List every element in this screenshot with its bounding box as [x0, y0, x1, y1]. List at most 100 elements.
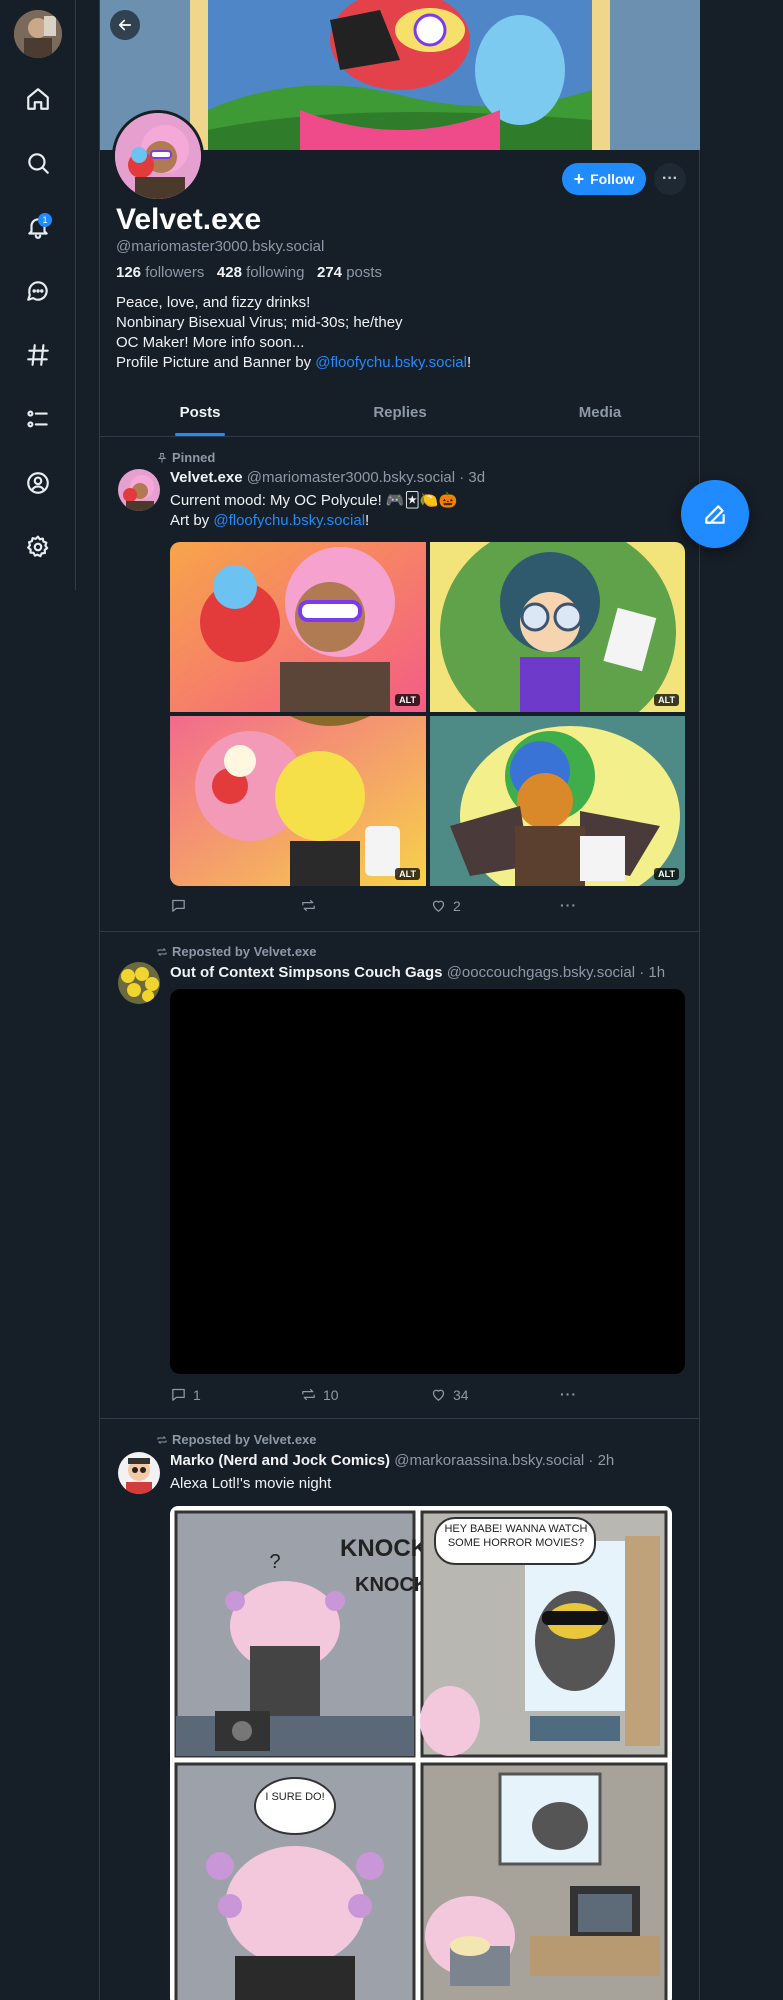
notification-badge: 1	[38, 213, 52, 227]
alt-badge[interactable]: ALT	[395, 868, 420, 880]
post-item[interactable]: Pinned Velvet.exe @mariomaster3000.bsky.…	[100, 437, 700, 932]
post-image-gallery: ALT ALT ALT ALT	[170, 542, 685, 886]
post-actions: 1 10 34 ···	[170, 1386, 576, 1406]
gallery-image[interactable]: ALT	[170, 716, 426, 886]
feeds-hash-icon[interactable]	[22, 339, 54, 371]
post-actions: 2 ···	[170, 897, 576, 917]
alt-badge[interactable]: ALT	[654, 868, 679, 880]
posts-count: 274 posts	[317, 264, 383, 281]
post-timestamp[interactable]: · 3d	[459, 469, 485, 486]
post-text-line: Current mood: My OC Polycule! 🎮🃏🍋🎃	[170, 492, 458, 509]
tab-replies[interactable]: Replies	[300, 392, 500, 436]
repost-button[interactable]: 10	[300, 1386, 339, 1403]
reply-button[interactable]: 1	[170, 1386, 201, 1403]
profile-avatar[interactable]	[112, 110, 204, 202]
post-item[interactable]: Reposted by Velvet.exe Out of Context Si…	[100, 932, 700, 1419]
post-text: Alexa Lotl!'s movie night	[170, 1474, 331, 1494]
post-author-avatar[interactable]	[118, 469, 160, 511]
profile-icon[interactable]	[22, 467, 54, 499]
followers-link[interactable]: 126 followers	[116, 264, 204, 281]
lists-icon[interactable]	[22, 403, 54, 435]
profile-column: + Follow ··· Velvet.exe @mariomaster3000…	[99, 0, 700, 2000]
reply-count: 1	[193, 1386, 201, 1403]
plus-icon: +	[573, 169, 585, 189]
post-timestamp[interactable]: · 1h	[639, 964, 665, 981]
post-timestamp[interactable]: · 2h	[588, 1452, 614, 1469]
post-author-name[interactable]: Velvet.exe	[170, 469, 243, 486]
post-author-handle[interactable]: @ooccouchgags.bsky.social	[447, 964, 635, 981]
alt-badge[interactable]: ALT	[654, 694, 679, 706]
back-button[interactable]	[110, 10, 140, 40]
profile-handle: @mariomaster3000.bsky.social	[116, 238, 325, 255]
profile-stats: 126 followers 428 following 274 posts	[116, 264, 382, 281]
repost-count: 10	[323, 1386, 339, 1403]
bio-line: Peace, love, and fizzy drinks!	[116, 294, 311, 311]
post-author-avatar[interactable]	[118, 1452, 160, 1494]
comic-text: KNOCK	[355, 1574, 429, 1596]
profile-display-name: Velvet.exe	[116, 203, 262, 236]
repost-icon	[302, 899, 315, 912]
gallery-image[interactable]: ALT	[430, 716, 685, 886]
post-text: Current mood: My OC Polycule! 🎮🃏🍋🎃 Art b…	[170, 491, 457, 531]
search-icon[interactable]	[22, 147, 54, 179]
post-video-player[interactable]	[170, 989, 685, 1374]
post-more-button[interactable]: ···	[560, 897, 577, 913]
post-item[interactable]: Reposted by Velvet.exe Marko (Nerd and J…	[100, 1420, 700, 2000]
post-author-handle[interactable]: @markoraassina.bsky.social	[394, 1452, 584, 1469]
bio-mention-link[interactable]: @floofychu.bsky.social	[315, 354, 467, 371]
repost-context: Reposted by Velvet.exe	[156, 944, 317, 959]
like-count: 2	[453, 897, 461, 914]
comic-text: ?	[269, 1551, 280, 1573]
compose-button[interactable]	[681, 480, 749, 548]
comic-text: I SURE DO!	[265, 1791, 325, 1803]
like-count: 34	[453, 1386, 469, 1403]
like-button[interactable]: 2	[430, 897, 461, 914]
post-author-avatar[interactable]	[118, 962, 160, 1004]
nav-user-avatar[interactable]	[14, 10, 62, 58]
post-comic-image[interactable]: ? KNOCK KNOCK HEY BABE! WANNA WATCH SOME…	[170, 1506, 672, 2000]
gallery-image[interactable]: ALT	[430, 542, 685, 712]
repost-icon	[157, 1435, 167, 1444]
following-link[interactable]: 428 following	[217, 264, 305, 281]
home-icon[interactable]	[22, 83, 54, 115]
reply-icon	[172, 1388, 185, 1401]
follow-button[interactable]: + Follow	[562, 163, 646, 195]
like-button[interactable]: 34	[430, 1386, 469, 1403]
reply-button[interactable]	[170, 897, 193, 914]
post-more-button[interactable]: ···	[560, 1386, 577, 1402]
post-header: Velvet.exe @mariomaster3000.bsky.social …	[170, 469, 485, 486]
follow-label: Follow	[590, 171, 635, 187]
post-author-name[interactable]: Marko (Nerd and Jock Comics)	[170, 1452, 390, 1469]
post-author-handle[interactable]: @mariomaster3000.bsky.social	[247, 469, 455, 486]
pin-icon	[157, 452, 167, 462]
bio-line: Nonbinary Bisexual Virus; mid-30s; he/th…	[116, 314, 403, 331]
bio-line: OC Maker! More info soon...	[116, 334, 305, 351]
post-author-name[interactable]: Out of Context Simpsons Couch Gags	[170, 964, 443, 981]
notifications-bell-icon[interactable]: 1	[22, 211, 54, 243]
settings-gear-icon[interactable]	[22, 531, 54, 563]
comic-text: KNOCK	[340, 1535, 429, 1562]
heart-icon	[432, 900, 445, 912]
alt-badge[interactable]: ALT	[395, 694, 420, 706]
post-text-line: Art by @floofychu.bsky.social!	[170, 512, 370, 529]
post-mention-link[interactable]: @floofychu.bsky.social	[213, 512, 365, 529]
bio-line: Profile Picture and Banner by @floofychu…	[116, 354, 472, 371]
profile-more-button[interactable]: ···	[654, 163, 686, 195]
post-text-line: Alexa Lotl!'s movie night	[170, 1475, 332, 1492]
compose-pencil-icon	[705, 505, 725, 524]
ellipsis-icon: ···	[662, 170, 678, 187]
repost-button[interactable]	[300, 897, 323, 914]
repost-icon	[157, 947, 167, 956]
gallery-image[interactable]: ALT	[170, 542, 426, 712]
repost-context: Reposted by Velvet.exe	[156, 1432, 317, 1447]
profile-bio: Peace, love, and fizzy drinks! Nonbinary…	[116, 293, 471, 373]
ellipsis-icon: ···	[560, 1386, 577, 1402]
tab-posts[interactable]: Posts	[100, 392, 300, 436]
left-nav: 1	[0, 0, 76, 590]
repost-icon	[302, 1388, 315, 1401]
tab-media[interactable]: Media	[500, 392, 700, 436]
profile-tabs: Posts Replies Media	[100, 392, 700, 437]
chat-icon[interactable]	[22, 275, 54, 307]
ellipsis-icon: ···	[560, 897, 577, 913]
reply-icon	[172, 899, 185, 912]
